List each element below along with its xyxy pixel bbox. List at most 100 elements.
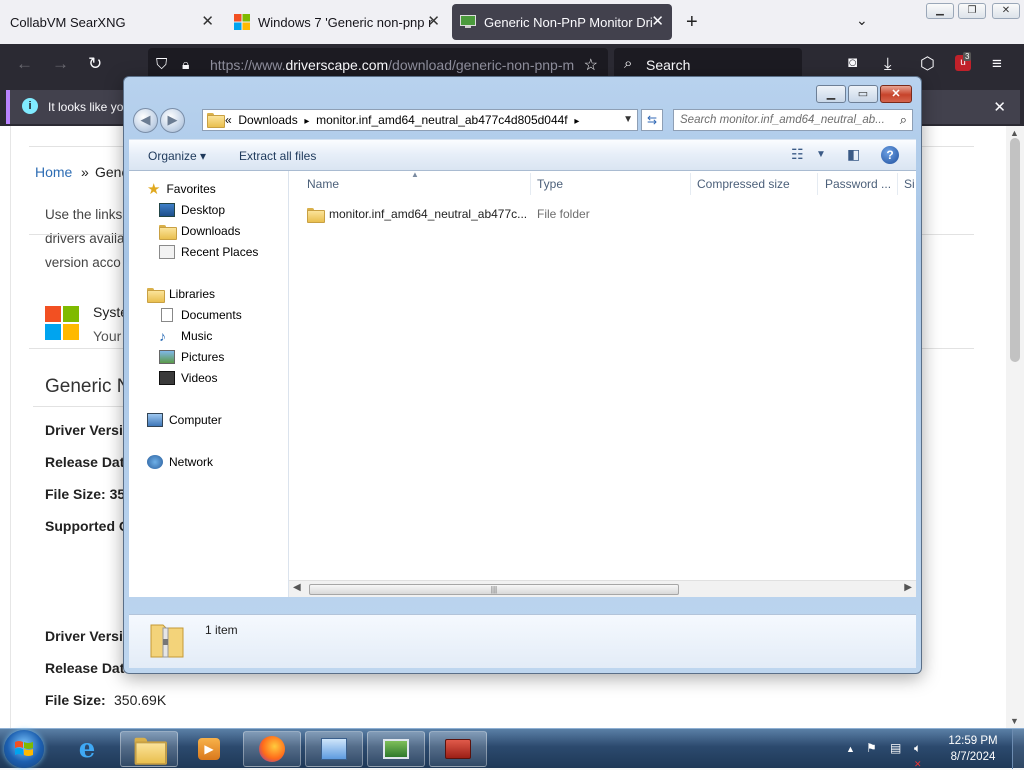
column-divider[interactable] bbox=[897, 173, 898, 195]
bookmark-star-icon[interactable]: ☆ bbox=[584, 55, 598, 75]
nav-documents[interactable]: Documents bbox=[159, 305, 242, 325]
media-player-icon: ▶ bbox=[198, 738, 220, 760]
taskbar: e ▶ ▲ ⚑ ▤ 🔈︎✕ 12:59 PM 8/7/2024 bbox=[0, 728, 1024, 770]
maximize-button[interactable]: ▭ bbox=[848, 85, 878, 103]
scroll-up-icon[interactable]: ▲ bbox=[1010, 128, 1019, 138]
column-header-size[interactable]: Si bbox=[904, 177, 915, 191]
close-icon[interactable]: ✕ bbox=[993, 98, 1006, 116]
forward-button[interactable]: ▶ bbox=[160, 108, 185, 133]
extract-all-button[interactable]: Extract all files bbox=[239, 149, 316, 163]
restore-button[interactable]: ❐ bbox=[958, 3, 986, 19]
forward-arrow-icon[interactable]: → bbox=[52, 54, 69, 74]
internet-explorer-taskbar-button[interactable]: e bbox=[58, 731, 116, 767]
minimize-button[interactable]: ▁ bbox=[926, 3, 954, 19]
chevron-down-icon[interactable]: ▼ bbox=[623, 114, 633, 125]
chevron-up-icon[interactable]: ▲ bbox=[846, 744, 855, 754]
new-tab-button[interactable]: + bbox=[686, 11, 698, 34]
breadcrumb-arrow-icon[interactable]: ▸ bbox=[574, 116, 579, 127]
pocket-icon[interactable]: ◙ bbox=[848, 54, 857, 71]
minimize-button[interactable]: ▁ bbox=[816, 85, 846, 103]
column-header-password[interactable]: Password ... bbox=[825, 177, 891, 191]
nav-music[interactable]: ♪ Music bbox=[159, 326, 212, 346]
volume-muted-icon[interactable]: 🔈︎✕ bbox=[914, 741, 922, 770]
menu-icon[interactable]: ≡ bbox=[992, 54, 1002, 74]
tab-windows7-search[interactable]: Windows 7 'Generic non-pnp m ✕ bbox=[226, 0, 448, 44]
breadcrumb-overflow[interactable]: « bbox=[225, 113, 232, 127]
lock-icon[interactable]: 🔒︎ bbox=[182, 56, 189, 73]
breadcrumb-downloads[interactable]: Downloads bbox=[238, 113, 297, 127]
folder-icon bbox=[307, 207, 325, 223]
back-arrow-icon[interactable]: ← bbox=[16, 54, 33, 74]
address-bar[interactable]: « Downloads ▸ monitor.inf_amd64_neutral_… bbox=[202, 109, 638, 131]
help-icon[interactable]: ? bbox=[881, 146, 899, 164]
extensions-icon[interactable]: ⬡ bbox=[920, 54, 935, 74]
file-name[interactable]: monitor.inf_amd64_neutral_ab477c... bbox=[329, 207, 527, 221]
column-divider[interactable] bbox=[530, 173, 531, 195]
horizontal-scrollbar[interactable]: ◀ ||| ▶ bbox=[289, 580, 916, 597]
breadcrumb-arrow-icon[interactable]: ▸ bbox=[304, 116, 309, 127]
breadcrumb-home-link[interactable]: Home bbox=[35, 164, 72, 180]
tab-collabvm-searxng[interactable]: CollabVM SearXNG ✕ bbox=[0, 0, 222, 44]
organize-button[interactable]: Organize ▾ bbox=[148, 149, 206, 163]
close-window-button[interactable]: ✕ bbox=[992, 3, 1020, 19]
column-header-name[interactable]: Name bbox=[307, 177, 339, 191]
page-scrollbar[interactable]: ▲ ▼ bbox=[1006, 126, 1024, 728]
firefox-taskbar-button[interactable] bbox=[243, 731, 301, 767]
firefox-tab-bar: CollabVM SearXNG ✕ Windows 7 'Generic no… bbox=[0, 0, 1024, 44]
search-input[interactable]: Search monitor.inf_amd64_neutral_ab... ⌕ bbox=[673, 109, 913, 131]
sort-up-icon: ▲ bbox=[411, 170, 419, 179]
shield-icon[interactable]: ⛉ bbox=[156, 56, 167, 73]
column-divider[interactable] bbox=[817, 173, 818, 195]
nav-favorites[interactable]: ★ Favorites bbox=[147, 179, 216, 199]
nav-computer[interactable]: Computer bbox=[147, 410, 222, 430]
scroll-right-icon[interactable]: ▶ bbox=[904, 582, 912, 593]
explorer-taskbar-button[interactable] bbox=[120, 731, 178, 767]
toolbox-taskbar-button[interactable] bbox=[429, 731, 487, 767]
chevron-down-icon[interactable]: ▼ bbox=[816, 149, 826, 160]
refresh-button[interactable]: ⇆ bbox=[641, 109, 663, 131]
tab-generic-monitor-driver[interactable]: Generic Non-PnP Monitor Drive ✕ bbox=[452, 4, 672, 40]
display-settings-taskbar-button[interactable] bbox=[367, 731, 425, 767]
nav-desktop[interactable]: Desktop bbox=[159, 200, 225, 220]
nav-libraries[interactable]: Libraries bbox=[147, 284, 215, 304]
control-panel-taskbar-button[interactable] bbox=[305, 731, 363, 767]
scrollbar-thumb[interactable]: ||| bbox=[309, 584, 679, 595]
field-label: Driver Versio bbox=[45, 422, 132, 438]
clock[interactable]: 12:59 PM 8/7/2024 bbox=[940, 733, 1006, 765]
nav-videos[interactable]: Videos bbox=[159, 368, 217, 388]
nav-downloads[interactable]: Downloads bbox=[159, 221, 240, 241]
divider bbox=[33, 406, 133, 407]
view-options-icon[interactable]: ☷ bbox=[791, 146, 804, 163]
back-button[interactable]: ◀ bbox=[133, 108, 158, 133]
nav-recent-places[interactable]: Recent Places bbox=[159, 242, 258, 262]
notification-text: It looks like yo bbox=[48, 100, 124, 114]
column-header-type[interactable]: Type bbox=[537, 177, 563, 191]
start-button[interactable] bbox=[4, 730, 44, 768]
scroll-left-icon[interactable]: ◀ bbox=[293, 582, 301, 593]
tab-label: Generic Non-PnP Monitor Drive bbox=[484, 14, 652, 30]
downloads-icon[interactable]: ⤓ bbox=[884, 54, 892, 74]
close-icon[interactable]: ✕ bbox=[651, 12, 664, 30]
scroll-down-icon[interactable]: ▼ bbox=[1010, 716, 1019, 726]
column-divider[interactable] bbox=[690, 173, 691, 195]
preview-pane-icon[interactable]: ◧ bbox=[847, 146, 860, 163]
breadcrumb-zip-folder[interactable]: monitor.inf_amd64_neutral_ab477c4d805d04… bbox=[316, 113, 568, 127]
search-icon[interactable]: ⌕ bbox=[900, 112, 907, 128]
field-label: Driver Versio bbox=[45, 628, 132, 644]
search-placeholder: Search bbox=[646, 57, 691, 73]
scrollbar-thumb[interactable] bbox=[1010, 138, 1020, 362]
nav-pictures[interactable]: Pictures bbox=[159, 347, 224, 367]
show-desktop-button[interactable] bbox=[1012, 729, 1024, 769]
list-all-tabs-icon[interactable]: ⌄ bbox=[856, 12, 868, 29]
close-icon[interactable]: ✕ bbox=[427, 12, 440, 30]
media-player-taskbar-button[interactable]: ▶ bbox=[180, 731, 238, 767]
close-window-button[interactable]: ✕ bbox=[880, 85, 912, 103]
action-center-flag-icon[interactable]: ⚑ bbox=[866, 741, 877, 755]
close-icon[interactable]: ✕ bbox=[201, 12, 214, 30]
music-icon: ♪ bbox=[159, 328, 166, 344]
column-header-compressed-size[interactable]: Compressed size bbox=[697, 177, 790, 191]
nav-network[interactable]: Network bbox=[147, 452, 213, 472]
reload-icon[interactable]: ↻ bbox=[88, 54, 102, 74]
network-tray-icon[interactable]: ▤ bbox=[890, 741, 901, 755]
table-row[interactable]: monitor.inf_amd64_neutral_ab477c... File… bbox=[307, 204, 590, 224]
